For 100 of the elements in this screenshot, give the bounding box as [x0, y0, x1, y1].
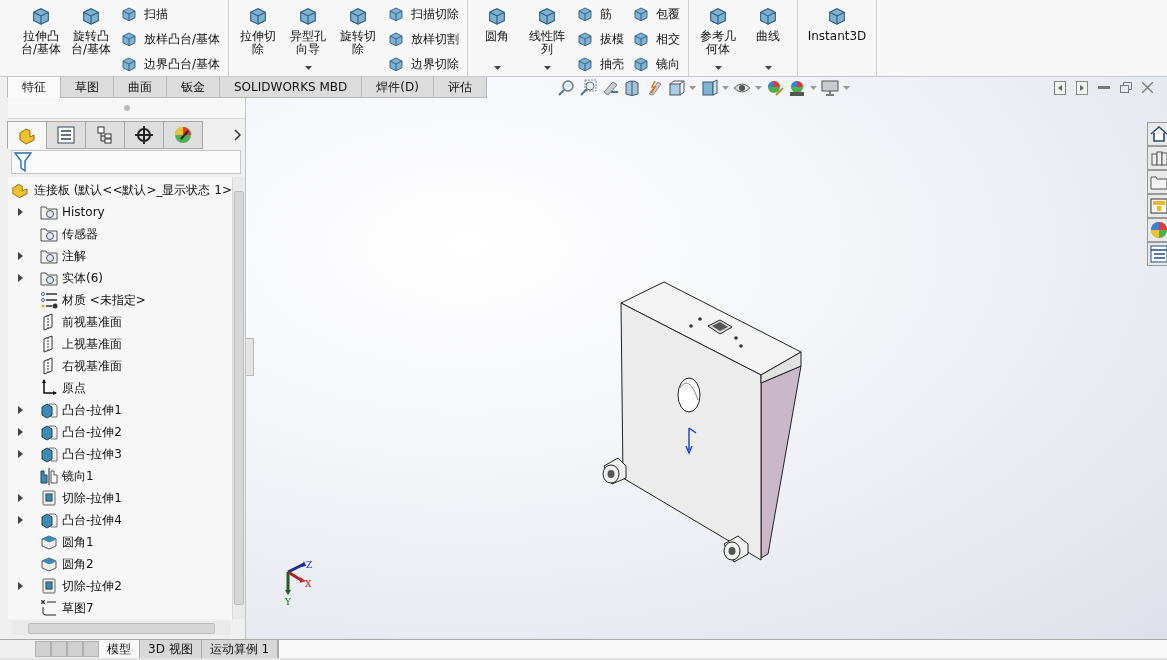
zoom-area-icon[interactable] — [578, 78, 597, 97]
minimize-icon[interactable] — [1098, 85, 1110, 90]
tree-item[interactable]: History — [62, 205, 105, 219]
next-pane-icon[interactable] — [1076, 80, 1088, 95]
expand-arrow-icon[interactable] — [16, 207, 24, 217]
expand-arrow-icon[interactable] — [16, 427, 24, 437]
ribbon-button[interactable]: 放样凸台/基体 — [118, 27, 223, 51]
tree-item[interactable]: 凸台-拉伸4 — [62, 511, 122, 529]
ribbon-button[interactable]: 镜向 — [630, 52, 683, 76]
sketch-icon — [40, 599, 58, 617]
panel-tab[interactable] — [124, 121, 164, 149]
filter-field[interactable] — [11, 150, 241, 174]
ribbon-button[interactable]: 扫描切除 — [385, 2, 462, 26]
tree-item[interactable]: 材质 <未指定> — [62, 291, 146, 309]
expand-arrow-icon[interactable] — [16, 405, 24, 415]
caret-icon[interactable] — [688, 85, 696, 90]
ribbon-button[interactable]: 拉伸凸台/基体 — [18, 2, 64, 76]
chevron-right-icon[interactable] — [234, 129, 241, 141]
fillet-icon — [40, 533, 58, 551]
section-view-icon[interactable] — [622, 78, 641, 97]
model-tab[interactable]: 3D 视图 — [140, 640, 202, 658]
tree-item[interactable]: 实体(6) — [62, 269, 103, 287]
panel-tab[interactable] — [85, 121, 125, 149]
ribbon-button[interactable]: 圆角 — [474, 2, 521, 76]
panel-tab[interactable] — [163, 121, 203, 149]
ribbon-button[interactable]: 曲线 — [745, 2, 792, 76]
task-pane-tab[interactable] — [1147, 146, 1167, 170]
panel-grip[interactable] — [123, 105, 130, 111]
ribbon-button[interactable]: 相交 — [630, 27, 683, 51]
ribbon-button[interactable]: 边界凸台/基体 — [118, 52, 223, 76]
expand-arrow-icon[interactable] — [16, 273, 24, 283]
tree-item[interactable]: 草图7 — [62, 599, 94, 617]
command-tab[interactable]: 草图 — [60, 77, 114, 98]
crosshair-icon — [134, 125, 154, 145]
ribbon-button[interactable]: 拉伸切除 — [235, 2, 282, 76]
tree-item[interactable]: 传感器 — [62, 225, 98, 243]
caret-icon[interactable] — [809, 85, 817, 90]
command-tab[interactable]: 钣金 — [166, 77, 220, 98]
vertical-scrollbar[interactable] — [232, 177, 245, 619]
tree-item[interactable]: 凸台-拉伸2 — [62, 423, 122, 441]
properties-list-icon — [1150, 245, 1167, 263]
previous-pane-icon[interactable] — [1054, 80, 1066, 95]
expand-arrow-icon[interactable] — [16, 515, 24, 525]
ribbon-button[interactable]: 拔模 — [574, 27, 627, 51]
task-pane-tab[interactable] — [1147, 242, 1167, 266]
magnifier-icon[interactable] — [556, 78, 575, 97]
tree-item[interactable]: 连接板 (默认<<默认>_显示状态 1> — [33, 181, 232, 199]
command-tab[interactable]: 焊件(D) — [361, 77, 434, 98]
cube-icon — [632, 30, 651, 48]
close-icon[interactable] — [1142, 82, 1153, 93]
ribbon-button[interactable]: 筋 — [574, 2, 627, 26]
tree-item[interactable]: 凸台-拉伸3 — [62, 445, 122, 463]
tree-item[interactable]: 圆角1 — [62, 533, 94, 551]
tree-item[interactable]: 凸台-拉伸1 — [62, 401, 122, 419]
caret-icon[interactable] — [721, 85, 729, 90]
expand-arrow-icon[interactable] — [16, 493, 24, 503]
expand-arrow-icon[interactable] — [16, 449, 24, 459]
tree-item[interactable]: 前视基准面 — [62, 313, 122, 331]
caret-icon[interactable] — [754, 85, 762, 90]
ribbon-button[interactable]: 旋转凸台/基体 — [68, 2, 114, 76]
ribbon-button[interactable]: 抽壳 — [574, 52, 627, 76]
tree-item[interactable]: 右视基准面 — [62, 357, 122, 375]
shaded-box-icon[interactable] — [699, 78, 718, 97]
ribbon-button[interactable]: 放样切割 — [385, 27, 462, 51]
ribbon-button[interactable]: 参考几何体 — [695, 2, 742, 76]
ribbon-button[interactable]: 旋转切除 — [335, 2, 382, 76]
scroll-thumb[interactable] — [28, 622, 215, 634]
model-tab[interactable]: 模型 — [99, 640, 140, 658]
model-tab[interactable]: 运动算例 1 — [201, 640, 279, 658]
horizontal-scrollbar[interactable] — [12, 621, 231, 635]
monitor-icon[interactable] — [820, 78, 839, 97]
ribbon-button[interactable]: 线性阵列 — [524, 2, 571, 76]
tree-item[interactable]: 原点 — [62, 379, 86, 397]
caret-icon[interactable] — [842, 85, 850, 90]
ribbon-button[interactable]: 边界切除 — [385, 52, 462, 76]
ribbon-button[interactable]: 异型孔向导 — [285, 2, 332, 76]
command-tab[interactable]: SOLIDWORKS MBD — [219, 77, 363, 98]
tree-item[interactable]: 注解 — [62, 247, 86, 265]
command-tab[interactable]: 曲面 — [113, 77, 167, 98]
tree-item[interactable]: 上视基准面 — [62, 335, 122, 353]
expand-arrow-icon[interactable] — [16, 251, 24, 261]
tree-item[interactable]: 镜向1 — [62, 467, 94, 485]
task-pane-tab[interactable] — [1147, 218, 1167, 242]
scroll-thumb[interactable] — [234, 191, 244, 605]
panel-collapse-handle[interactable] — [246, 338, 254, 376]
tree-item[interactable]: 切除-拉伸1 — [62, 489, 122, 507]
scene-icon[interactable] — [787, 78, 806, 97]
view-cube-icon[interactable] — [666, 78, 685, 97]
expand-arrow-icon[interactable] — [16, 581, 24, 591]
tree-item[interactable]: 圆角2 — [62, 555, 94, 573]
extrude-icon — [40, 401, 58, 419]
tree-item[interactable]: 切除-拉伸2 — [62, 577, 122, 595]
appearance-icon[interactable] — [765, 78, 784, 97]
ribbon-button[interactable]: 包覆 — [630, 2, 683, 26]
command-tab[interactable]: 评估 — [432, 77, 487, 98]
task-pane-tab[interactable] — [1147, 122, 1167, 146]
ribbon-button[interactable]: Instant3D — [804, 2, 871, 76]
ribbon-button[interactable]: 扫描 — [118, 2, 223, 26]
restore-icon[interactable] — [1120, 82, 1132, 93]
command-tab[interactable]: 特征 — [7, 77, 61, 98]
